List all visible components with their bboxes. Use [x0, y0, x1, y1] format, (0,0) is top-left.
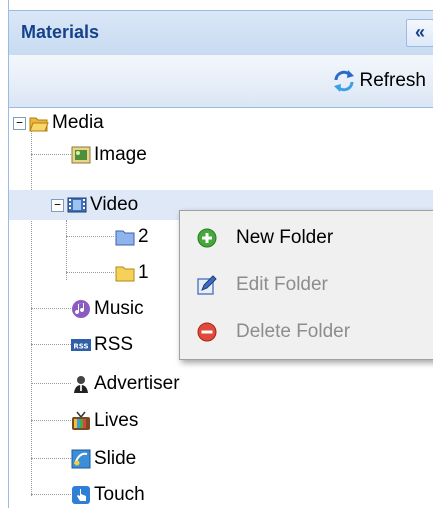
menu-item-new-folder[interactable]: New Folder — [180, 215, 433, 261]
tree-connector-line — [31, 383, 71, 384]
svg-text:RSS: RSS — [73, 343, 88, 351]
touch-icon — [72, 486, 90, 504]
image-icon — [71, 146, 91, 164]
tree-node-label: Advertiser — [94, 373, 180, 394]
tree-node-folder-2[interactable]: 2 — [115, 222, 149, 252]
collapse-toggle-icon[interactable]: − — [51, 199, 64, 212]
tree-connector-line — [66, 272, 114, 273]
tree-connector-line — [66, 236, 114, 237]
tree-node-label: RSS — [94, 334, 134, 355]
folder-open-icon — [29, 117, 49, 132]
tree-node-label: Video — [90, 194, 139, 215]
tree-node-lives[interactable]: Lives — [71, 406, 138, 436]
tree-connector-line — [31, 494, 71, 495]
tree-node-label: Music — [94, 298, 144, 319]
tree-node-label: Slide — [94, 448, 137, 469]
tree-node-slide[interactable]: Slide — [71, 444, 136, 474]
tv-icon — [72, 411, 90, 430]
collapse-toggle-icon[interactable]: − — [13, 117, 26, 130]
folder-blue-icon — [115, 230, 135, 246]
edit-icon — [197, 275, 217, 295]
tree-node-label: Lives — [94, 410, 139, 431]
advertiser-icon — [74, 376, 88, 393]
tree-node-label: 2 — [138, 226, 149, 247]
tree-node-video[interactable]: Video — [67, 190, 138, 220]
add-icon — [197, 228, 217, 248]
tree-connector-line — [66, 220, 67, 280]
tree-node-touch[interactable]: Touch — [71, 480, 145, 510]
tree-connector-line — [31, 458, 71, 459]
tree-node-label: Image — [94, 144, 147, 165]
menu-item-label: New Folder — [236, 227, 334, 248]
tree-node-label: 1 — [138, 262, 149, 283]
tree-node-label: Media — [52, 112, 104, 133]
slide-icon — [71, 449, 91, 469]
tree-node-rss[interactable]: RSS RSS — [71, 330, 133, 360]
tree-node-label: Touch — [94, 484, 145, 505]
tree-node-image[interactable]: Image — [71, 140, 147, 170]
refresh-label: Refresh — [359, 70, 426, 91]
music-icon — [72, 300, 90, 318]
tree-connector-line — [31, 130, 32, 496]
refresh-icon — [334, 70, 355, 92]
rss-icon: RSS — [71, 339, 91, 351]
menu-item-edit-folder[interactable]: Edit Folder — [180, 262, 433, 308]
panel-header: Materials « — [9, 10, 433, 56]
menu-item-delete-folder[interactable]: Delete Folder — [180, 309, 433, 355]
tree-node-music[interactable]: Music — [71, 294, 144, 324]
tree-connector-line — [31, 344, 71, 345]
panel-title: Materials — [21, 22, 100, 42]
tree-node-advertiser[interactable]: Advertiser — [71, 369, 180, 399]
tree-node-media[interactable]: Media — [29, 108, 104, 138]
video-icon — [67, 197, 87, 213]
refresh-button[interactable]: Refresh — [331, 65, 426, 97]
collapse-icon: « — [414, 22, 425, 42]
materials-panel: Materials « Refresh − Media Image − Vide… — [8, 0, 433, 508]
menu-item-label: Edit Folder — [236, 274, 328, 295]
collapse-button[interactable]: « — [406, 19, 433, 47]
delete-icon — [197, 322, 217, 342]
tree-connector-line — [31, 308, 71, 309]
folder-yellow-icon — [115, 266, 135, 282]
tree-connector-line — [31, 420, 71, 421]
tree-node-folder-1[interactable]: 1 — [115, 258, 149, 288]
tree-connector-line — [31, 154, 71, 155]
menu-item-label: Delete Folder — [236, 321, 351, 342]
context-menu: New Folder Edit Folder Delete Folder — [179, 210, 433, 360]
toolbar: Refresh — [9, 55, 433, 108]
